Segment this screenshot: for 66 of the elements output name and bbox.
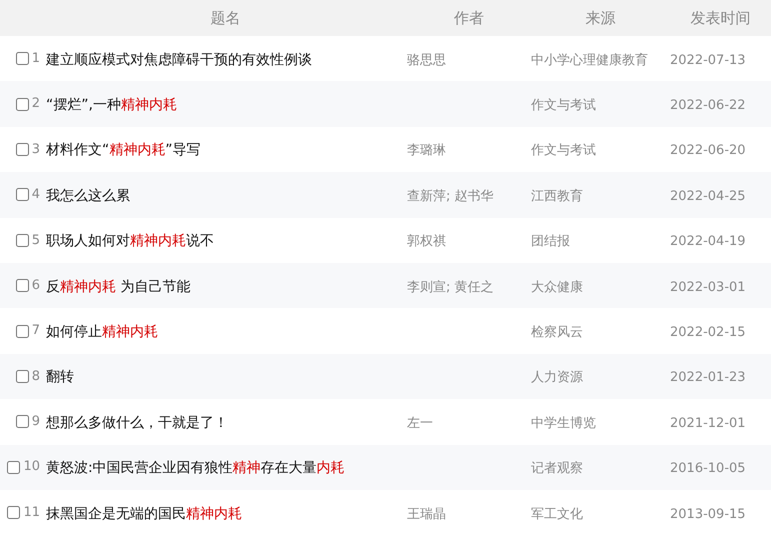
author-cell: 骆思思 <box>407 52 446 68</box>
date-header: 发表时间 <box>690 8 750 29</box>
row-number: 2 <box>32 95 40 114</box>
date-cell: 2013-09-15 <box>670 506 746 522</box>
row-checkbox[interactable] <box>16 370 29 383</box>
author-header: 作者 <box>454 8 484 29</box>
date-cell: 2021-12-01 <box>670 416 746 431</box>
author-cell: 郭权祺 <box>407 234 446 250</box>
row-number: 6 <box>32 276 40 295</box>
row-checkbox[interactable] <box>16 234 29 247</box>
date-cell: 2022-04-25 <box>670 188 746 204</box>
author-cell: 左一 <box>407 416 433 431</box>
date-cell: 2022-06-20 <box>670 143 746 158</box>
row-checkbox[interactable] <box>16 52 29 66</box>
date-cell: 2022-06-22 <box>670 98 746 114</box>
date-cell: 2022-02-15 <box>670 325 746 340</box>
date-cell: 2016-10-05 <box>670 461 746 476</box>
title-link[interactable]: 反精神内耗 为自己节能 <box>46 276 190 298</box>
date-cell: 2022-03-01 <box>670 280 746 295</box>
row-number: 9 <box>32 413 40 432</box>
row-number: 8 <box>32 368 40 386</box>
row-number: 10 <box>23 458 40 476</box>
source-cell: 江西教育 <box>531 188 583 204</box>
source-cell: 检察风云 <box>531 325 583 340</box>
title-link[interactable]: 我怎么这么累 <box>46 186 130 207</box>
author-cell: 查新萍; 赵书华 <box>407 188 494 204</box>
row-checkbox[interactable] <box>7 460 20 474</box>
author-cell: 李则宣; 黄任之 <box>407 280 494 295</box>
row-checkbox[interactable] <box>7 506 20 520</box>
title-header: 题名 <box>210 8 240 29</box>
source-cell: 大众健康 <box>531 280 583 295</box>
author-cell: 李璐琳 <box>407 143 446 158</box>
row-checkbox[interactable] <box>16 142 29 156</box>
row-number: 1 <box>32 50 40 68</box>
date-cell: 2022-01-23 <box>670 370 746 386</box>
date-cell: 2022-07-13 <box>670 52 746 68</box>
source-header: 来源 <box>586 8 616 29</box>
title-link[interactable]: 如何停止精神内耗 <box>46 322 158 344</box>
date-cell: 2022-04-19 <box>670 234 746 250</box>
title-link[interactable]: 黄怒波:中国民营企业因有狼性精神存在大量内耗 <box>46 458 345 480</box>
title-link[interactable]: 建立顺应模式对焦虑障碍干预的有效性例谈 <box>46 50 312 71</box>
title-link[interactable]: 翻转 <box>46 367 74 388</box>
title-link[interactable]: 材料作文“精神内耗”导写 <box>46 140 201 162</box>
title-link[interactable]: 想那么多做什么，干就是了！ <box>46 412 228 434</box>
source-cell: 作文与考试 <box>531 98 596 114</box>
title-link[interactable]: 职场人如何对精神内耗说不 <box>46 231 214 252</box>
row-checkbox[interactable] <box>16 279 29 292</box>
row-number: 5 <box>32 232 40 250</box>
row-number: 11 <box>23 504 40 522</box>
author-cell: 王瑞晶 <box>407 506 446 522</box>
source-cell: 记者观察 <box>531 461 583 476</box>
row-number: 3 <box>32 140 40 159</box>
source-cell: 人力资源 <box>531 370 583 386</box>
row-checkbox[interactable] <box>16 188 29 202</box>
source-cell: 中小学心理健康教育 <box>531 52 648 68</box>
source-cell: 中学生博览 <box>531 416 596 431</box>
row-number: 7 <box>32 322 40 340</box>
source-cell: 作文与考试 <box>531 143 596 158</box>
title-link[interactable]: 抹黑国企是无端的国民精神内耗 <box>46 504 242 525</box>
source-cell: 军工文化 <box>531 506 583 522</box>
row-number: 4 <box>32 186 40 204</box>
source-cell: 团结报 <box>531 234 570 250</box>
row-checkbox[interactable] <box>16 324 29 338</box>
row-checkbox[interactable] <box>16 415 29 428</box>
row-checkbox[interactable] <box>16 98 29 111</box>
title-link[interactable]: “摆烂”,一种精神内耗 <box>46 95 177 116</box>
